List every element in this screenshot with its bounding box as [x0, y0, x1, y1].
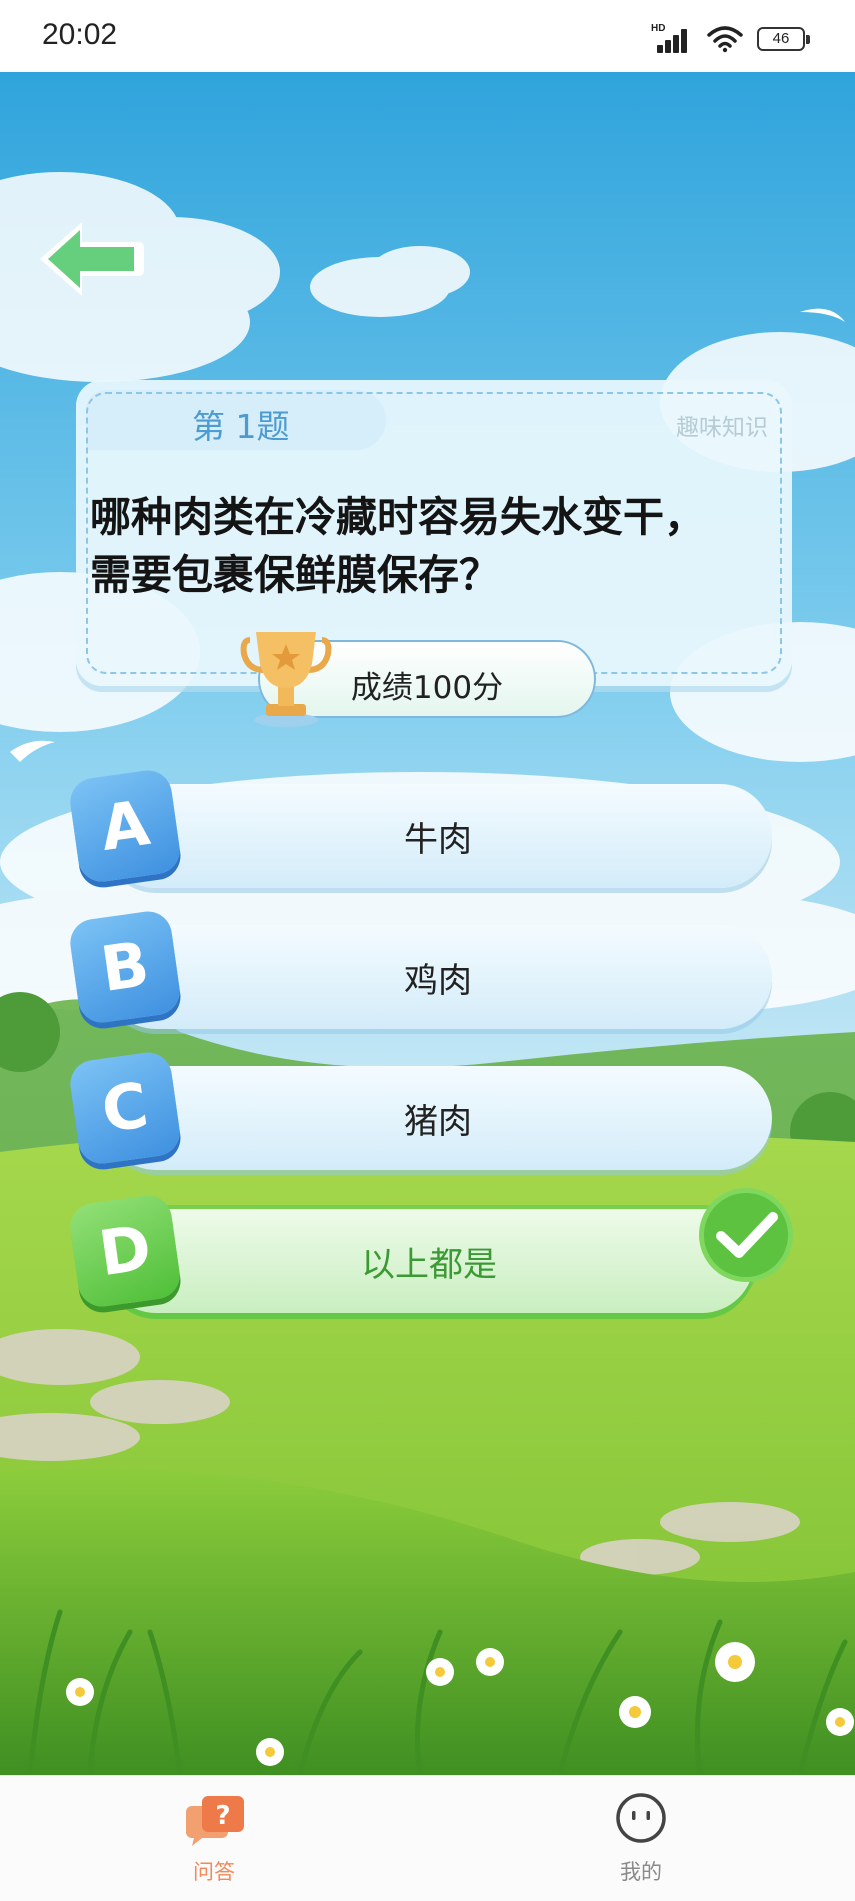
nav-label-qa: 问答 [193, 1860, 235, 1884]
question-text: 哪种肉类在冷藏时容易失水变干， 需要包裹保鲜膜保存？ [90, 488, 780, 604]
network-type-label: HD [651, 23, 666, 34]
correct-check-icon [699, 1188, 793, 1282]
status-icons: HD 46 [651, 23, 810, 54]
nav-item-qa[interactable]: ? 问答 [134, 1776, 294, 1901]
option-a-badge: A [67, 767, 183, 885]
status-bar: 20:02 HD 46 [0, 0, 855, 72]
option-c[interactable]: 猪肉 [104, 1066, 772, 1170]
option-d-badge: D [67, 1192, 183, 1310]
question-text-line-2: 需要包裹保鲜膜保存？ [90, 551, 500, 599]
qa-icon: ? [186, 1796, 244, 1846]
option-c-text: 猪肉 [404, 1102, 472, 1142]
option-a[interactable]: 牛肉 [104, 784, 772, 888]
signal-icon: HD [651, 23, 693, 53]
battery-icon: 46 [757, 27, 810, 51]
option-b-text: 鸡肉 [404, 961, 472, 1001]
svg-text:?: ? [215, 1801, 230, 1831]
battery-level: 46 [772, 30, 790, 47]
option-c-badge: C [67, 1049, 183, 1167]
bottom-nav: ? 问答 我的 [0, 1775, 855, 1901]
profile-face-icon [616, 1793, 666, 1843]
nav-item-me[interactable]: 我的 [561, 1776, 721, 1901]
option-a-text: 牛肉 [404, 820, 472, 860]
question-text-line-1: 哪种肉类在冷藏时容易失水变干， [90, 493, 705, 541]
question-number: 第 1题 [192, 407, 290, 446]
back-arrow-icon[interactable] [36, 216, 146, 302]
wifi-icon [707, 26, 743, 53]
option-d-text: 以上都是 [361, 1245, 497, 1285]
option-b[interactable]: 鸡肉 [104, 925, 772, 1029]
option-d[interactable]: 以上都是 [104, 1209, 754, 1313]
nav-label-me: 我的 [620, 1860, 662, 1884]
question-category: 趣味知识 [676, 415, 768, 441]
trophy-icon [240, 632, 332, 727]
option-b-badge: B [67, 908, 183, 1026]
status-time: 20:02 [42, 18, 118, 51]
